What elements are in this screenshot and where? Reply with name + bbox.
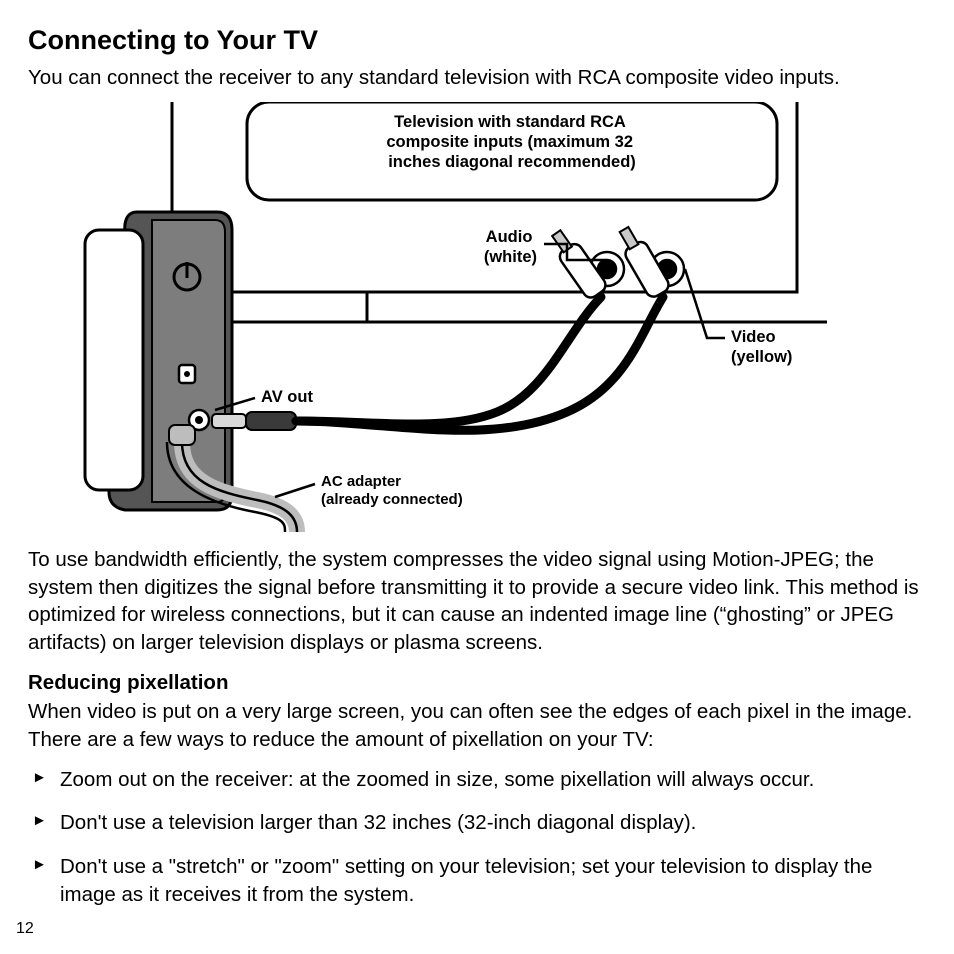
diagram-svg: Television with standard RCA composite i… (67, 102, 887, 532)
list-item: Zoom out on the receiver: at the zoomed … (28, 766, 926, 794)
list-item: Don't use a "stretch" or "zoom" setting … (28, 853, 926, 908)
av-out-label: AV out (261, 388, 313, 406)
pixellation-intro: When video is put on a very large screen… (28, 698, 926, 753)
tips-list: Zoom out on the receiver: at the zoomed … (28, 766, 926, 909)
ac-adapter-label: AC adapter (already connected) (321, 473, 463, 508)
section-heading: Connecting to Your TV (28, 22, 926, 58)
pixellation-heading: Reducing pixellation (28, 669, 926, 697)
intro-paragraph: You can connect the receiver to any stan… (28, 64, 926, 92)
bandwidth-paragraph: To use bandwidth efficiently, the system… (28, 546, 926, 657)
list-item: Don't use a television larger than 32 in… (28, 809, 926, 837)
video-label: Video (yellow) (731, 328, 792, 366)
tv-label: Television with standard RCA composite i… (386, 113, 637, 171)
audio-label: Audio (white) (484, 228, 537, 266)
page-number: 12 (16, 918, 34, 940)
connection-diagram: Television with standard RCA composite i… (67, 102, 887, 532)
